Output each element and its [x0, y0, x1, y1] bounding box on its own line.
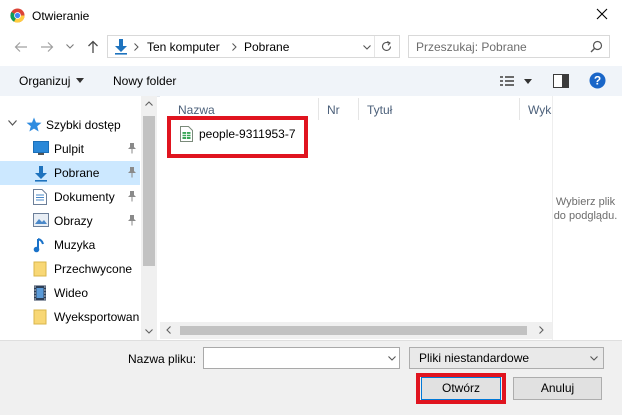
address-bar[interactable]: Ten komputer Pobrane: [107, 35, 400, 58]
sidebar-item-label: Dokumenty: [54, 190, 115, 204]
scroll-down-icon[interactable]: [145, 329, 153, 334]
sidebar-item-downloads[interactable]: Pobrane: [0, 161, 140, 185]
divider: [374, 36, 375, 57]
up-arrow-icon[interactable]: [87, 40, 99, 54]
nav-quick-access-label: Szybki dostęp: [46, 118, 121, 132]
download-icon: [33, 165, 49, 182]
column-header-name[interactable]: Nazwa: [178, 103, 215, 117]
navigation-pane: Szybki dostęp Pulpit Pobrane Dokumenty O…: [0, 96, 157, 340]
column-separator[interactable]: [358, 98, 359, 120]
close-icon[interactable]: [596, 8, 608, 20]
nav-quick-access[interactable]: Szybki dostęp: [0, 113, 140, 137]
pictures-icon: [33, 213, 49, 227]
highlight-file: [167, 116, 308, 158]
chevron-down-icon[interactable]: [363, 45, 371, 50]
scroll-right-icon[interactable]: [539, 326, 544, 334]
nav-scrollbar-thumb[interactable]: [143, 116, 155, 266]
column-header-title[interactable]: Tytuł: [367, 103, 392, 117]
download-icon: [113, 38, 129, 55]
toolbar: Organizuj Nowy folder ?: [0, 66, 622, 97]
column-separator[interactable]: [519, 98, 520, 120]
filename-label: Nazwa pliku:: [128, 352, 197, 366]
recent-dropdown-icon[interactable]: [66, 44, 74, 49]
view-options-icon[interactable]: [500, 75, 514, 87]
sidebar-item-music[interactable]: Muzyka: [0, 233, 140, 257]
folder-icon: [33, 261, 47, 277]
column-header-artist[interactable]: Wyk: [528, 103, 551, 117]
search-icon[interactable]: [590, 40, 603, 53]
sidebar-item-video[interactable]: Wideo: [0, 281, 140, 305]
sidebar-item-label: Obrazy: [54, 214, 93, 228]
organize-button[interactable]: Organizuj: [19, 74, 70, 88]
sidebar-item-label: Przechwycone: [54, 262, 133, 276]
chevron-down-icon[interactable]: [76, 78, 84, 83]
scroll-left-icon[interactable]: [166, 326, 171, 334]
sidebar-item-desktop[interactable]: Pulpit: [0, 137, 140, 161]
help-icon[interactable]: ?: [589, 72, 606, 89]
title-bar: Otwieranie: [0, 0, 622, 31]
sidebar-item-pictures[interactable]: Obrazy: [0, 209, 140, 233]
filetype-value: Pliki niestandardowe: [419, 351, 530, 365]
pin-icon[interactable]: [127, 190, 137, 202]
chevron-expand-icon[interactable]: [8, 120, 17, 126]
sidebar-item-captures[interactable]: Przechwycone: [0, 257, 140, 281]
search-box[interactable]: Przeszukaj: Pobrane: [408, 35, 610, 58]
pin-icon[interactable]: [127, 214, 137, 226]
filename-input[interactable]: [203, 347, 400, 369]
sidebar-item-documents[interactable]: Dokumenty: [0, 185, 140, 209]
sidebar-item-label: Wyeksportowan: [54, 310, 140, 324]
sidebar-item-label: Wideo: [54, 286, 89, 300]
chevron-right-icon[interactable]: [232, 43, 237, 51]
breadcrumb-this-pc[interactable]: Ten komputer: [147, 40, 220, 54]
sidebar-item-label: Pobrane: [54, 166, 100, 180]
folder-icon: [33, 309, 47, 325]
scroll-up-icon[interactable]: [145, 101, 153, 106]
sidebar-item-label: Muzyka: [54, 238, 96, 252]
new-folder-button[interactable]: Nowy folder: [113, 74, 176, 88]
svg-text:?: ?: [594, 74, 601, 88]
sidebar-item-label: Pulpit: [54, 142, 85, 156]
refresh-icon[interactable]: [380, 40, 393, 53]
chrome-logo-icon: [10, 8, 25, 23]
chevron-down-icon[interactable]: [590, 356, 598, 361]
breadcrumb-downloads[interactable]: Pobrane: [244, 40, 289, 54]
chevron-down-icon[interactable]: [388, 356, 396, 361]
file-list-scrollbar-thumb[interactable]: [180, 326, 527, 335]
highlight-open-button: [416, 373, 506, 404]
video-icon: [33, 285, 47, 301]
star-icon: [26, 117, 42, 132]
music-icon: [33, 237, 47, 253]
chevron-down-icon[interactable]: [524, 79, 532, 84]
column-separator[interactable]: [318, 98, 319, 120]
desktop-icon: [33, 141, 49, 156]
preview-message: Wybierz plik do podglądu.: [553, 196, 618, 222]
back-arrow-icon[interactable]: [14, 41, 28, 53]
search-input[interactable]: Przeszukaj: Pobrane: [416, 40, 527, 54]
chevron-right-icon[interactable]: [134, 43, 139, 51]
pin-icon[interactable]: [127, 142, 137, 154]
forward-arrow-icon[interactable]: [40, 41, 54, 53]
sidebar-item-exported[interactable]: Wyeksportowan: [0, 305, 140, 329]
pin-icon[interactable]: [127, 166, 137, 178]
documents-icon: [33, 189, 47, 205]
window-title: Otwieranie: [32, 9, 90, 23]
cancel-button[interactable]: Anuluj: [513, 377, 602, 400]
preview-pane-icon[interactable]: [553, 74, 569, 88]
column-header-number[interactable]: Nr: [327, 103, 340, 117]
